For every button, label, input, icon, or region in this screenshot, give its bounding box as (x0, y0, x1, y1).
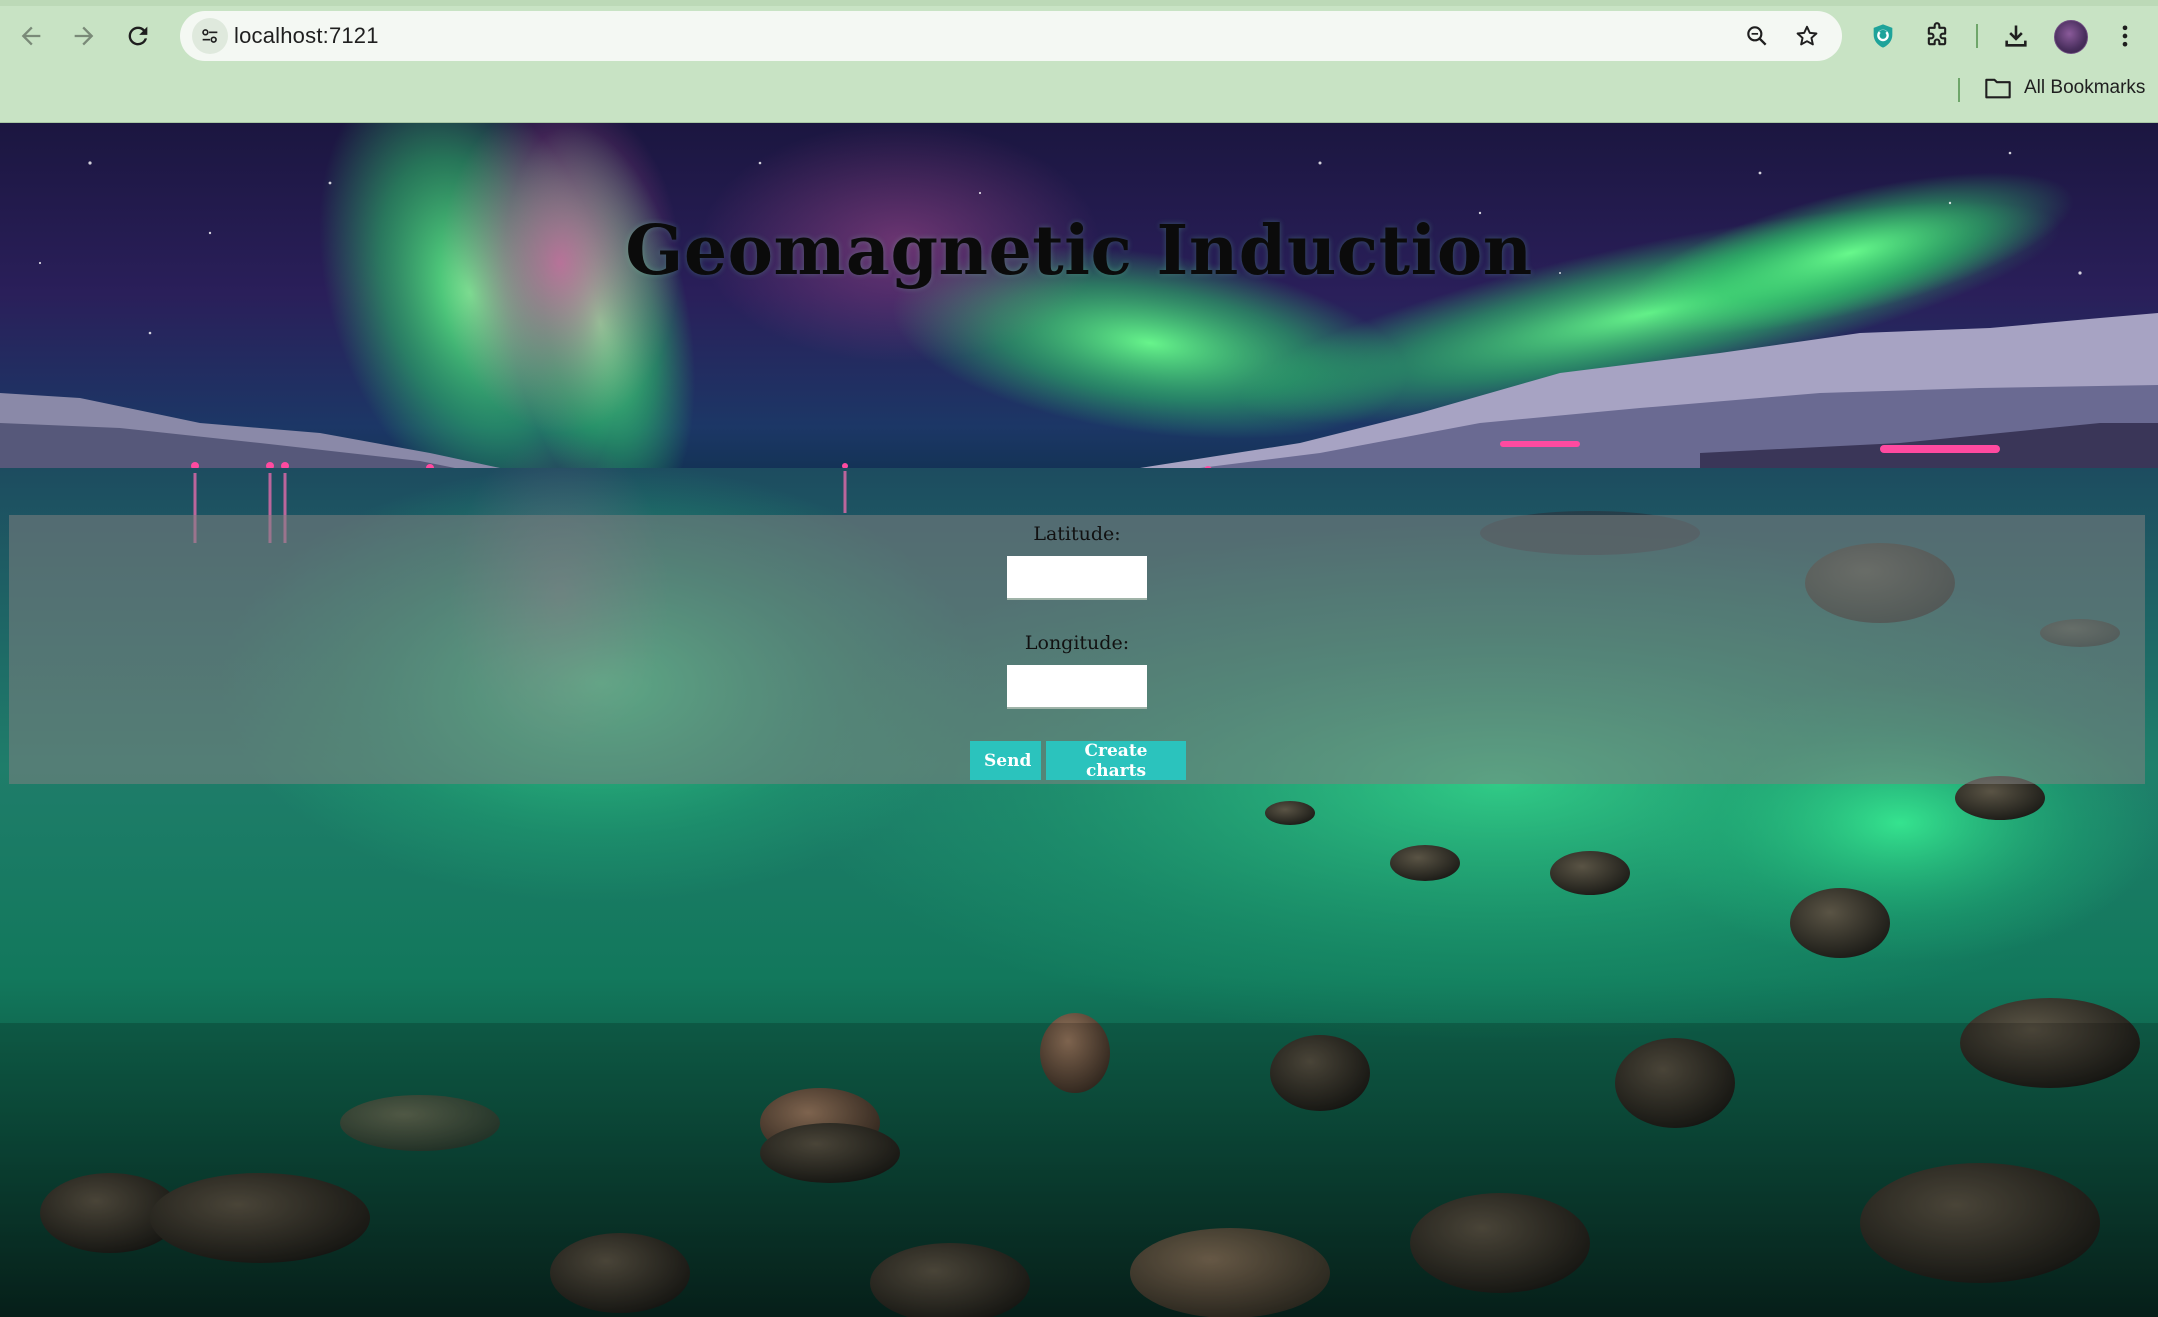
shield-extension-button[interactable] (1862, 15, 1904, 57)
tab-strip-edge (0, 0, 2158, 6)
url-text[interactable]: localhost:7121 (234, 23, 379, 49)
latitude-label: Latitude: (1033, 523, 1121, 545)
bookmark-star-button[interactable] (1790, 19, 1824, 53)
shield-extension-icon (1873, 24, 1893, 48)
longitude-label: Longitude: (1024, 632, 1130, 654)
back-button[interactable] (10, 15, 52, 57)
site-info-button[interactable] (192, 18, 228, 54)
bookmarks-divider (1958, 78, 1960, 102)
extensions-button[interactable] (1916, 15, 1958, 57)
reload-button[interactable] (117, 15, 159, 57)
folder-icon (1985, 78, 2011, 99)
longitude-input[interactable] (1007, 665, 1147, 709)
latitude-input[interactable] (1007, 556, 1147, 600)
send-button[interactable]: Send (970, 741, 1041, 780)
download-icon (2005, 25, 2027, 47)
coordinates-form: Latitude: Longitude: Send Create charts (9, 515, 2145, 784)
browser-menu-button[interactable] (2104, 15, 2146, 57)
tune-icon (202, 29, 218, 43)
puzzle-icon (1927, 22, 1947, 46)
forward-button[interactable] (63, 15, 105, 57)
all-bookmarks-label: All Bookmarks (2024, 77, 2146, 98)
arrow-left-icon (21, 26, 41, 46)
profile-avatar[interactable] (2054, 20, 2088, 54)
page-viewport: Geomagnetic Induction Latitude: Longitud… (0, 123, 2158, 1317)
zoom-button[interactable] (1740, 19, 1774, 53)
downloads-button[interactable] (1995, 15, 2037, 57)
reload-icon (128, 26, 148, 46)
page-title: Geomagnetic Induction (625, 210, 1533, 291)
arrow-right-icon (74, 26, 94, 46)
star-icon (1796, 25, 1818, 46)
toolbar-divider (1976, 24, 1978, 48)
create-charts-button[interactable]: Create charts (1046, 741, 1186, 781)
address-bar[interactable]: localhost:7121 (180, 11, 1842, 61)
magnifier-icon (1747, 26, 1767, 46)
all-bookmarks-button[interactable]: All Bookmarks (1984, 76, 2145, 100)
more-vert-icon (2122, 25, 2128, 47)
browser-toolbar: localhost:7121 All Bookmarks (0, 0, 2158, 123)
